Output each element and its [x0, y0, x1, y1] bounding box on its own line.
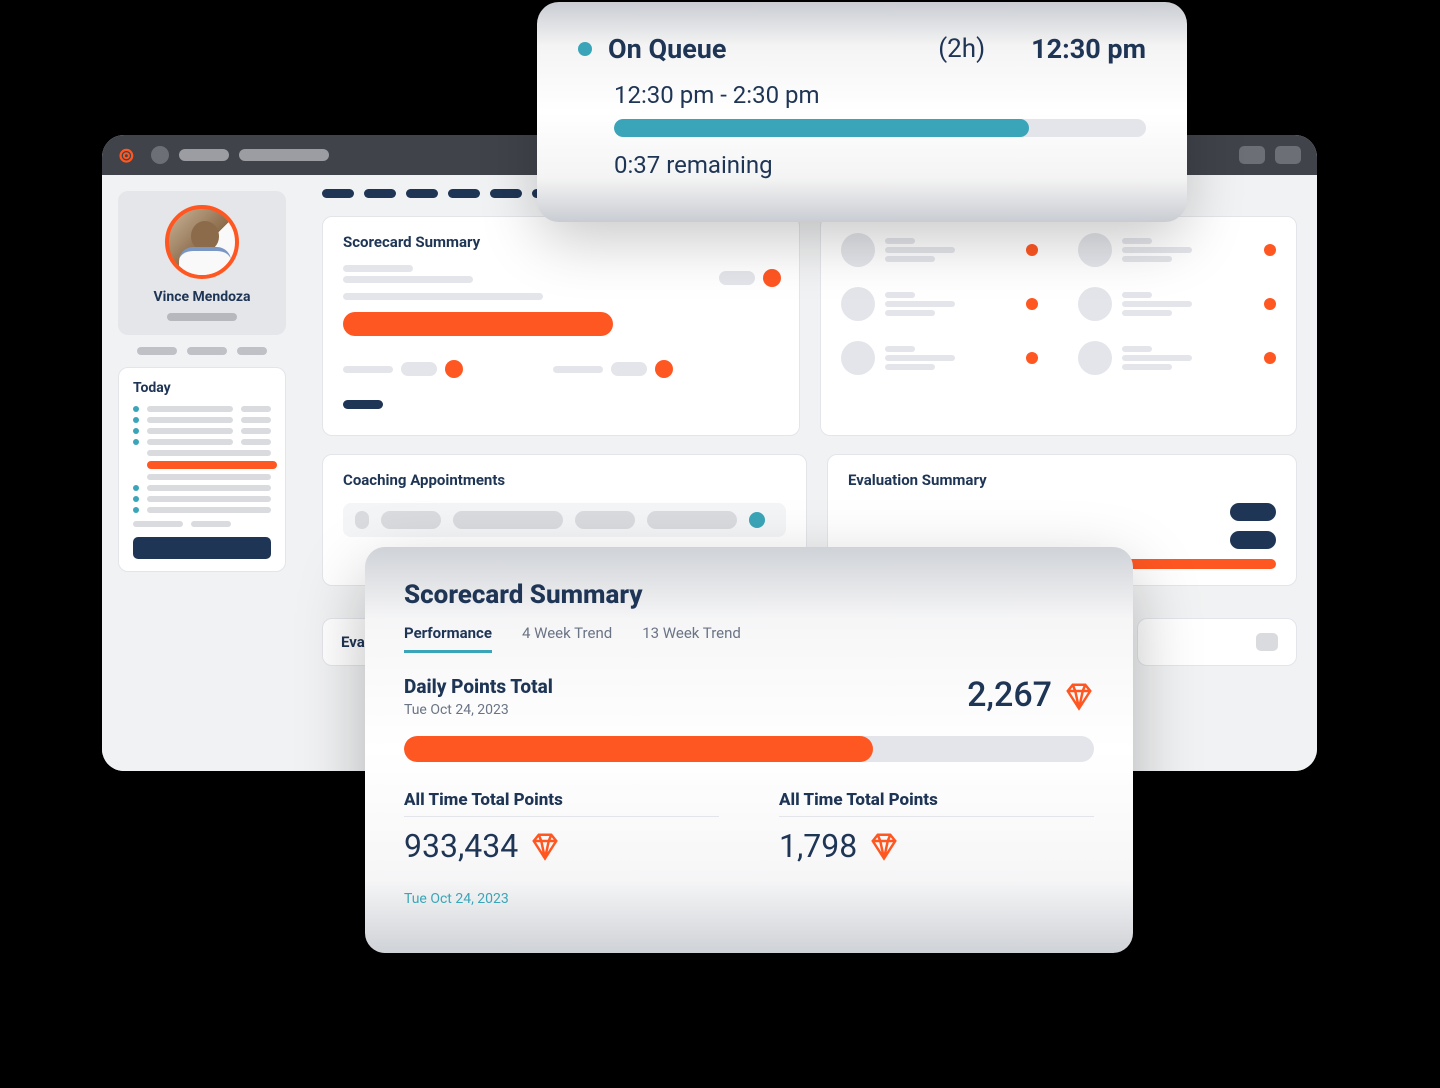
avatar: [165, 205, 239, 279]
gem-icon: [530, 831, 560, 861]
daily-points-date: Tue Oct 24, 2023: [404, 702, 553, 718]
panel-title: Scorecard Summary: [343, 233, 779, 251]
queue-status-dot-icon: [578, 42, 592, 56]
list-item: [1078, 287, 1276, 321]
scorecard-title: Scorecard Summary: [404, 580, 1094, 610]
status-dot-icon: [1264, 352, 1276, 364]
list-item: [841, 233, 1039, 267]
today-panel: Today: [118, 367, 286, 572]
user-name: Vince Mendoza: [118, 289, 286, 305]
avatar: [1078, 287, 1112, 321]
queue-time-range: 12:30 pm - 2:30 pm: [614, 81, 1146, 109]
daily-points-value: 2,267: [967, 675, 1052, 715]
today-highlight-bar: [147, 461, 277, 469]
alltime-points-heading-1: All Time Total Points: [404, 790, 719, 817]
status-dot-icon: [1264, 298, 1276, 310]
status-dot-icon: [1264, 244, 1276, 256]
queue-current-time: 12:30 pm: [1031, 33, 1146, 65]
titlebar-placeholder: [179, 149, 229, 161]
queue-status-card: On Queue (2h) 12:30 pm 12:30 pm - 2:30 p…: [540, 5, 1184, 219]
titlebar-button[interactable]: [1275, 146, 1301, 164]
today-action-button[interactable]: [133, 537, 271, 559]
daily-points-progress-bar: [404, 736, 1094, 762]
queue-progress-bar: [614, 119, 1146, 137]
avatar: [841, 341, 875, 375]
app-logo-icon: ⊚: [118, 143, 135, 167]
status-dot-icon: [445, 360, 463, 378]
score-progress-bar: [343, 312, 613, 336]
panel-title: Coaching Appointments: [343, 471, 786, 489]
alltime-points-value-1: 933,434: [404, 827, 518, 865]
eval-pill[interactable]: [1230, 503, 1276, 521]
user-subtitle-placeholder: [167, 313, 237, 321]
titlebar-button[interactable]: [1239, 146, 1265, 164]
tab-performance[interactable]: Performance: [404, 624, 492, 653]
tab-13week-trend[interactable]: 13 Week Trend: [642, 624, 741, 653]
panel-title: Evaluation Summary: [848, 471, 1276, 489]
avatar: [1078, 341, 1112, 375]
queue-duration: (2h): [938, 34, 985, 64]
status-dot-icon: [1026, 244, 1038, 256]
scorecard-summary-panel: Scorecard Summary: [322, 216, 800, 436]
status-dot-icon: [1026, 298, 1038, 310]
status-dot-icon: [655, 360, 673, 378]
tab-4week-trend[interactable]: 4 Week Trend: [522, 624, 612, 653]
scorecard-footer-date: Tue Oct 24, 2023: [404, 891, 1094, 907]
teal-dot-icon: [749, 512, 765, 528]
status-dot-icon: [763, 269, 781, 287]
scorecard-tabs: Performance 4 Week Trend 13 Week Trend: [404, 624, 1094, 653]
coaching-row[interactable]: [343, 503, 786, 537]
profile-card: Vince Mendoza: [118, 191, 286, 335]
gem-icon: [869, 831, 899, 861]
list-item: [1078, 341, 1276, 375]
today-heading: Today: [133, 380, 271, 396]
scorecard-summary-card: Scorecard Summary Performance 4 Week Tre…: [368, 550, 1130, 950]
queue-status-label: On Queue: [608, 33, 726, 65]
daily-points-heading: Daily Points Total: [404, 675, 553, 698]
status-dot-icon: [1026, 352, 1038, 364]
eval-pill[interactable]: [1230, 531, 1276, 549]
titlebar-placeholder: [239, 149, 329, 161]
alltime-points-value-2: 1,798: [779, 827, 857, 865]
alltime-points-heading-2: All Time Total Points: [779, 790, 1094, 817]
list-item: [841, 341, 1039, 375]
sidebar-chips: [118, 347, 286, 355]
team-panel: [820, 216, 1298, 436]
avatar: [841, 233, 875, 267]
titlebar-dot: [151, 146, 169, 164]
avatar: [841, 287, 875, 321]
list-item: [841, 287, 1039, 321]
avatar: [1078, 233, 1112, 267]
list-item: [1078, 233, 1276, 267]
queue-remaining: 0:37 remaining: [614, 151, 1146, 179]
sidebar: Vince Mendoza Today: [102, 175, 302, 771]
gem-icon: [1064, 680, 1094, 710]
